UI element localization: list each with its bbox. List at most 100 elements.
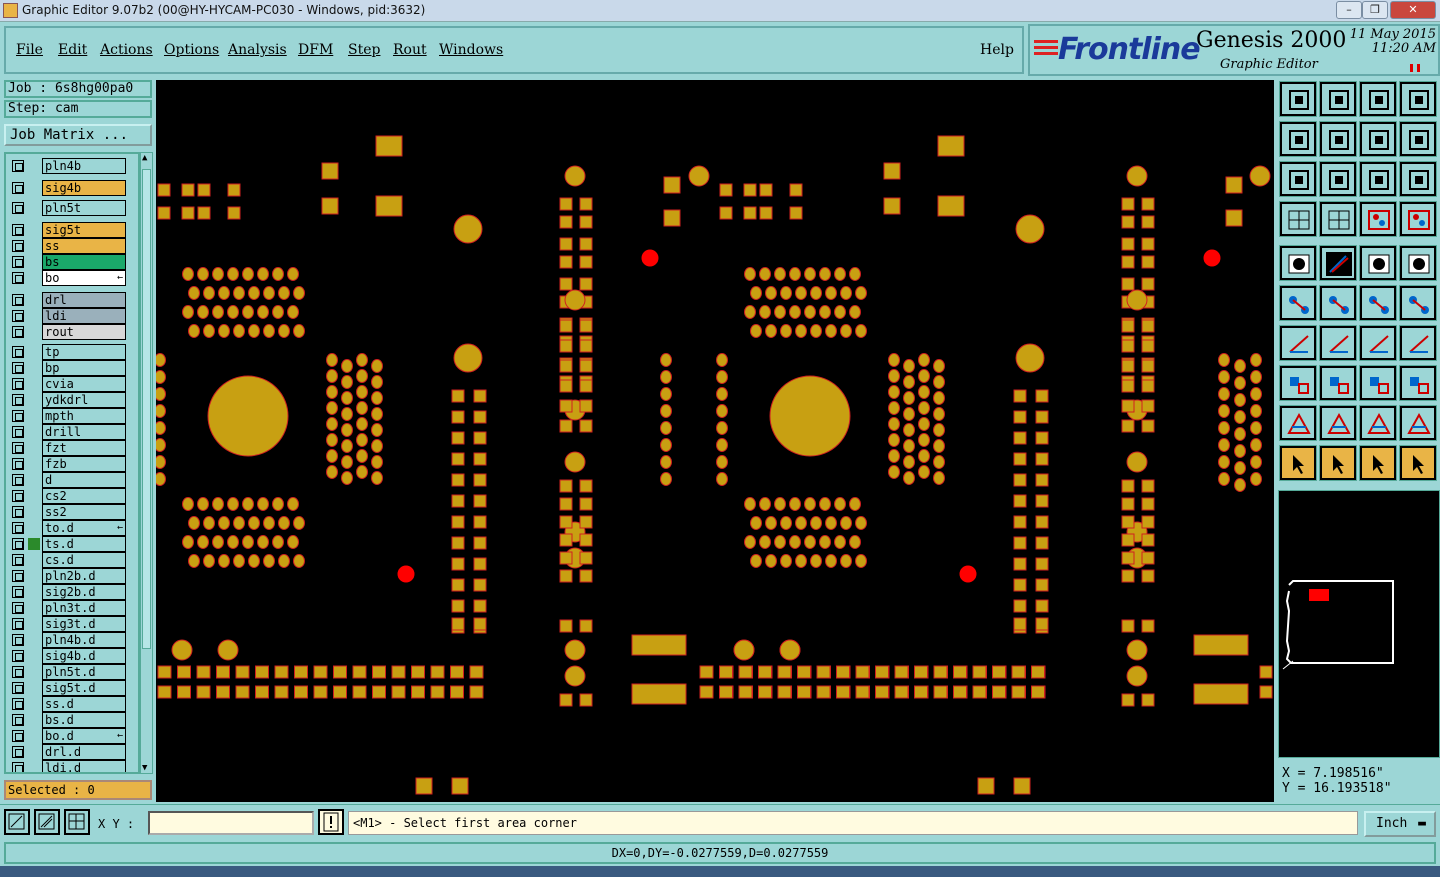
layer-name[interactable]: ydkdrl [42,392,126,408]
layer-row-bo[interactable]: bo ← [8,270,126,286]
job-matrix-button[interactable]: Job Matrix ... [4,124,152,146]
layer-row-rout[interactable]: rout [8,324,126,340]
layer-row-bs-d[interactable]: bs.d [8,712,126,728]
layer-checkbox[interactable] [12,224,24,236]
layer-name[interactable]: drill [42,424,126,440]
layer-row-pln5t-d[interactable]: pln5t.d [8,664,126,680]
unit-selector[interactable]: Inch ▬ [1364,811,1436,837]
snap-button[interactable] [1399,121,1437,157]
zoom-fit-button[interactable] [1359,365,1397,401]
layer-row-pln4b[interactable]: pln4b [8,158,126,174]
zoom-home-button[interactable] [1279,81,1317,117]
select-route-button[interactable] [1399,445,1437,481]
layer-name[interactable]: bp [42,360,126,376]
layer-checkbox[interactable] [12,538,24,550]
help-button[interactable] [1399,161,1437,197]
triangle-up-button[interactable] [1319,405,1357,441]
layer-name[interactable]: cs.d [42,552,126,568]
layer-checkbox[interactable] [12,272,24,284]
layer-name[interactable]: sig3t.d [42,616,126,632]
menu-analysis[interactable]: Analysis [228,42,287,58]
layer-name[interactable]: pln2b.d [42,568,126,584]
pan-left-button[interactable] [1279,121,1317,157]
layer-checkbox[interactable] [12,240,24,252]
layer-name[interactable]: bo ← [42,270,126,286]
layer-checkbox[interactable] [12,458,24,470]
layer-checkbox[interactable] [12,730,24,742]
layer-name[interactable]: bs [42,254,126,270]
layer-row-bs[interactable]: bs [8,254,126,270]
net-analyzer-button[interactable] [1359,201,1397,237]
layer-name[interactable]: mpth [42,408,126,424]
layer-name[interactable]: bo.d ← [42,728,126,744]
grid-snap-icon[interactable] [64,809,90,835]
layer-checkbox[interactable] [12,746,24,758]
layer-checkbox[interactable] [12,490,24,502]
layer-row-cs2[interactable]: cs2 [8,488,126,504]
graphic-canvas[interactable] [156,80,1274,802]
layer-name[interactable]: pln5t.d [42,664,126,680]
menu-windows[interactable]: Windows [439,42,503,58]
layer-row-tp[interactable]: tp [8,344,126,360]
pad-dist-button[interactable] [1279,365,1317,401]
pointer-button[interactable] [1279,445,1317,481]
zoom-in-icon[interactable] [4,809,30,835]
layer-row-drl[interactable]: drl [8,292,126,308]
intersect-button[interactable] [1319,285,1357,321]
point-point-button[interactable] [1399,285,1437,321]
layer-name[interactable]: d [42,472,126,488]
layer-checkbox[interactable] [12,634,24,646]
layer-name[interactable]: cvia [42,376,126,392]
overview-map[interactable] [1278,490,1440,758]
layer-row-d[interactable]: d [8,472,126,488]
layer-name[interactable]: drl.d [42,744,126,760]
layer-checkbox[interactable] [12,426,24,438]
select-box-button[interactable] [1319,445,1357,481]
layer-row-ts-d[interactable]: ts.d [8,536,126,552]
layer-checkbox[interactable] [12,698,24,710]
layer-row-sig4b-d[interactable]: sig4b.d [8,648,126,664]
xy-input[interactable] [148,811,314,835]
layer-scrollbar[interactable]: ▲ ▼ [140,152,153,774]
home-button[interactable] [1359,81,1397,117]
layer-row-to-d[interactable]: to.d ← [8,520,126,536]
layer-row-cvia[interactable]: cvia [8,376,126,392]
menu-options[interactable]: Options [164,42,219,58]
layer-row-drill[interactable]: drill [8,424,126,440]
layer-checkbox[interactable] [12,666,24,678]
layer-checkbox[interactable] [12,602,24,614]
grid-button[interactable] [1319,201,1357,237]
measure-button[interactable] [1359,245,1397,281]
layer-row-pln4b-d[interactable]: pln4b.d [8,632,126,648]
zoom-center-button[interactable] [1319,161,1357,197]
layer-row-ldi-d[interactable]: ldi.d [8,760,126,772]
menu-help[interactable]: Help [980,42,1014,58]
dot-button[interactable] [1399,245,1437,281]
layer-name[interactable]: fzb [42,456,126,472]
layer-row-fzt[interactable]: fzt [8,440,126,456]
layer-checkbox[interactable] [12,618,24,630]
layer-name[interactable]: pln4b.d [42,632,126,648]
fit-button[interactable] [1279,161,1317,197]
layer-checkbox[interactable] [12,326,24,338]
flip-button[interactable] [1399,325,1437,361]
triangle-button[interactable] [1279,405,1317,441]
scale-1to2-button[interactable] [1359,161,1397,197]
layer-checkbox[interactable] [12,310,24,322]
menu-rout[interactable]: Rout [393,42,427,58]
layer-name[interactable]: tp [42,344,126,360]
triangle-cut-button[interactable] [1399,405,1437,441]
layer-name[interactable]: sig5t.d [42,680,126,696]
layer-row-pln5t[interactable]: pln5t [8,200,126,216]
layer-name[interactable]: sig4b.d [42,648,126,664]
layer-row-sig5t-d[interactable]: sig5t.d [8,680,126,696]
layer-checkbox[interactable] [12,410,24,422]
window-button[interactable] [1399,81,1437,117]
triangle-a-button[interactable] [1359,405,1397,441]
layer-checkbox[interactable] [12,570,24,582]
pause-icon[interactable] [1410,64,1420,72]
layer-checkbox[interactable] [12,586,24,598]
layer-name[interactable]: drl [42,292,126,308]
layer-checkbox[interactable] [12,362,24,374]
layer-checkbox[interactable] [12,294,24,306]
